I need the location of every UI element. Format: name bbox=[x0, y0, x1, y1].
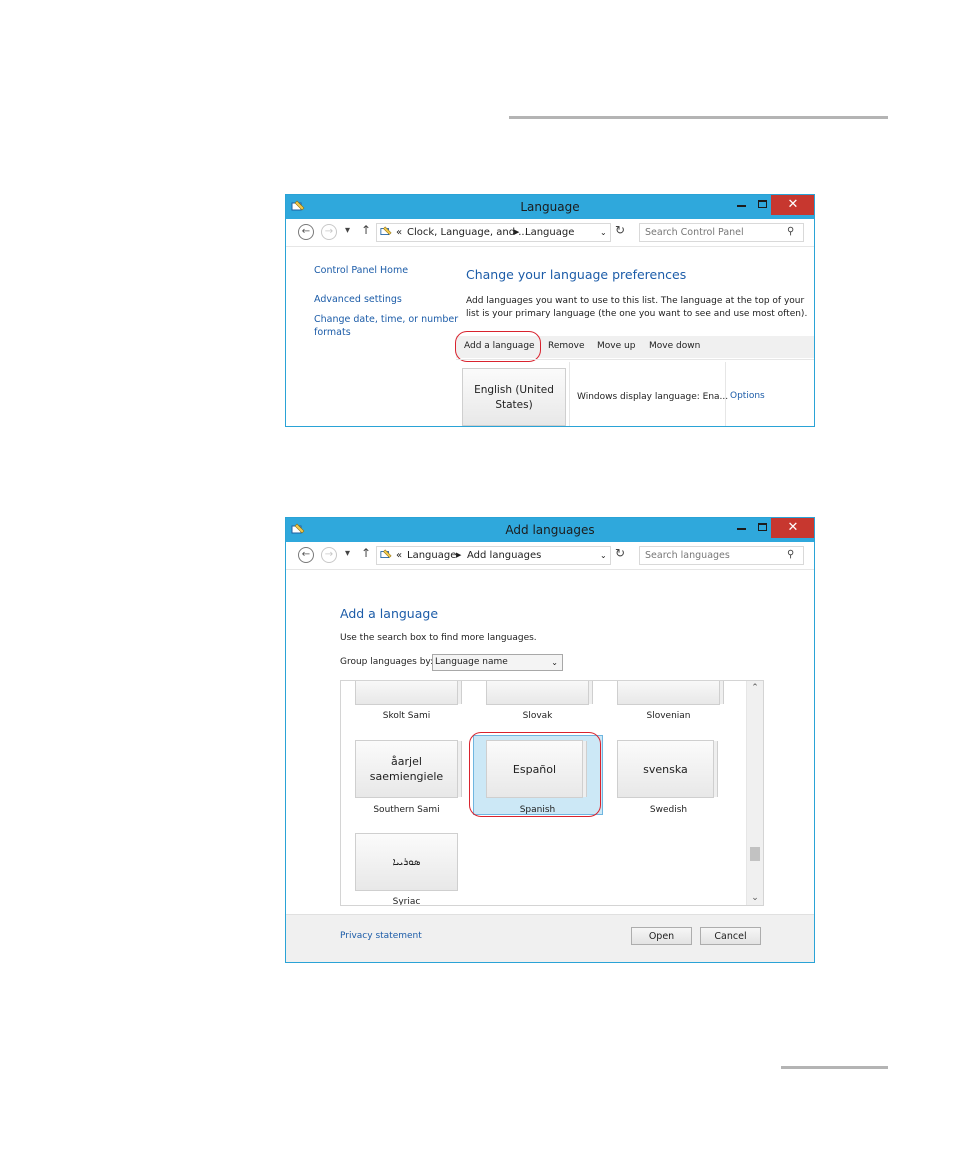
options-link[interactable]: Options bbox=[730, 391, 765, 401]
language-tile-skolt-sami[interactable] bbox=[355, 681, 462, 705]
divider bbox=[725, 362, 726, 426]
scroll-down-icon[interactable]: ⌄ bbox=[747, 893, 763, 903]
sidebar-item-advanced-settings[interactable]: Advanced settings bbox=[314, 294, 402, 305]
language-tile-southern-sami[interactable]: åarjel saemiengiele bbox=[355, 740, 462, 798]
group-by-value: Language name bbox=[435, 657, 508, 667]
maximize-icon[interactable] bbox=[758, 523, 767, 531]
dropdown-chevron-icon[interactable]: ⌄ bbox=[600, 224, 607, 241]
window-title: Language bbox=[520, 200, 580, 214]
language-tile-label: States) bbox=[495, 399, 533, 411]
refresh-icon[interactable]: ↻ bbox=[615, 223, 625, 237]
sidebar-item-home[interactable]: Control Panel Home bbox=[314, 265, 408, 276]
scroll-thumb[interactable] bbox=[750, 847, 760, 861]
language-tile-swedish[interactable]: svenska bbox=[617, 740, 718, 798]
highlight-ring bbox=[469, 732, 601, 817]
breadcrumb-item-clock[interactable]: Clock, Language, and ... bbox=[407, 224, 528, 241]
close-button[interactable]: ✕ bbox=[771, 518, 814, 538]
language-name-swedish: Swedish bbox=[649, 805, 688, 815]
dropdown-chevron-icon[interactable]: ⌄ bbox=[600, 547, 607, 564]
breadcrumb-chevron: « bbox=[396, 550, 403, 561]
sidebar-item-change-date[interactable]: Change date, time, or number bbox=[314, 314, 458, 325]
breadcrumb-item-add-languages[interactable]: Add languages bbox=[467, 547, 541, 564]
open-button[interactable]: Open bbox=[631, 927, 692, 945]
language-name-skolt-sami: Skolt Sami bbox=[382, 711, 431, 721]
add-languages-window: Add languages ✕ ← → ▾ ↑ « Language ▶ Add… bbox=[285, 517, 815, 963]
search-input[interactable]: Search Control Panel bbox=[639, 223, 804, 242]
breadcrumb-chevron: « bbox=[396, 227, 403, 238]
language-tile-slovenian[interactable] bbox=[617, 681, 724, 705]
minimize-icon[interactable] bbox=[737, 205, 746, 207]
recent-pages-chevron-icon[interactable]: ▾ bbox=[345, 548, 350, 559]
search-hint: Use the search box to find more language… bbox=[340, 633, 537, 643]
address-bar: ← → ▾ ↑ « Clock, Language, and ... ▶ Lan… bbox=[286, 220, 814, 247]
minimize-icon[interactable] bbox=[737, 528, 746, 530]
language-window: Language ✕ ← → ▾ ↑ « Clock, Language, an… bbox=[285, 194, 815, 427]
footer-rule bbox=[781, 1066, 888, 1069]
sidebar-item-change-date-formats[interactable]: formats bbox=[314, 327, 351, 338]
page-title: Add a language bbox=[340, 606, 439, 621]
maximize-icon[interactable] bbox=[758, 200, 767, 208]
recent-pages-chevron-icon[interactable]: ▾ bbox=[345, 225, 350, 236]
title-bar[interactable]: Add languages ✕ bbox=[286, 518, 814, 543]
language-name-slovenian: Slovenian bbox=[646, 711, 691, 721]
display-language-text: Windows display language: Ena... bbox=[577, 392, 729, 402]
back-icon[interactable]: ← bbox=[298, 547, 314, 563]
scroll-up-icon[interactable]: ⌃ bbox=[747, 683, 763, 693]
breadcrumb-item-language[interactable]: Language bbox=[525, 224, 574, 241]
breadcrumb-separator-icon: ▶ bbox=[514, 228, 520, 236]
language-name-southern-sami: Southern Sami bbox=[373, 805, 440, 815]
cancel-button[interactable]: Cancel bbox=[700, 927, 761, 945]
highlight-ring bbox=[455, 331, 541, 362]
language-name-slovak: Slovak bbox=[522, 711, 553, 721]
divider bbox=[569, 362, 570, 426]
chevron-down-icon: ⌄ bbox=[551, 658, 558, 667]
breadcrumb[interactable]: « Clock, Language, and ... ▶ Language ⌄ bbox=[376, 223, 611, 242]
forward-icon[interactable]: → bbox=[321, 547, 337, 563]
control-panel-icon bbox=[380, 226, 392, 235]
language-tile-label: English (United bbox=[474, 384, 554, 396]
privacy-statement-link[interactable]: Privacy statement bbox=[340, 931, 422, 941]
language-name-syriac: Syriac bbox=[392, 897, 421, 906]
back-icon[interactable]: ← bbox=[298, 224, 314, 240]
group-by-select[interactable]: Language name ⌄ bbox=[432, 654, 563, 671]
language-tile-slovak[interactable] bbox=[486, 681, 593, 705]
remove-button[interactable]: Remove bbox=[548, 341, 585, 351]
description-line-2: list is your primary language (the one y… bbox=[466, 309, 808, 319]
move-down-button[interactable]: Move down bbox=[649, 341, 700, 351]
language-tile-english[interactable]: English (United States) bbox=[462, 368, 566, 426]
language-tile-syriac[interactable]: ܣܘܪܝܝܐ bbox=[355, 833, 458, 891]
description-line-1: Add languages you want to use to this li… bbox=[466, 296, 805, 306]
page-title: Change your language preferences bbox=[466, 267, 687, 282]
close-button[interactable]: ✕ bbox=[771, 195, 814, 215]
scrollbar[interactable]: ⌃ ⌄ bbox=[746, 681, 763, 905]
search-icon[interactable]: ⚲ bbox=[787, 226, 794, 237]
header-rule bbox=[509, 116, 888, 119]
move-up-button[interactable]: Move up bbox=[597, 341, 635, 351]
up-arrow-icon[interactable]: ↑ bbox=[361, 546, 371, 560]
breadcrumb[interactable]: « Language ▶ Add languages ⌄ bbox=[376, 546, 611, 565]
title-bar[interactable]: Language ✕ bbox=[286, 195, 814, 220]
control-panel-icon bbox=[380, 549, 392, 558]
breadcrumb-item-language[interactable]: Language bbox=[407, 547, 456, 564]
search-icon[interactable]: ⚲ bbox=[787, 549, 794, 560]
search-input[interactable]: Search languages bbox=[639, 546, 804, 565]
address-bar: ← → ▾ ↑ « Language ▶ Add languages ⌄ ↻ S… bbox=[286, 543, 814, 570]
breadcrumb-separator-icon: ▶ bbox=[456, 551, 462, 559]
refresh-icon[interactable]: ↻ bbox=[615, 546, 625, 560]
up-arrow-icon[interactable]: ↑ bbox=[361, 223, 371, 237]
window-title: Add languages bbox=[505, 523, 595, 537]
group-by-label: Group languages by: bbox=[340, 657, 434, 667]
forward-icon[interactable]: → bbox=[321, 224, 337, 240]
